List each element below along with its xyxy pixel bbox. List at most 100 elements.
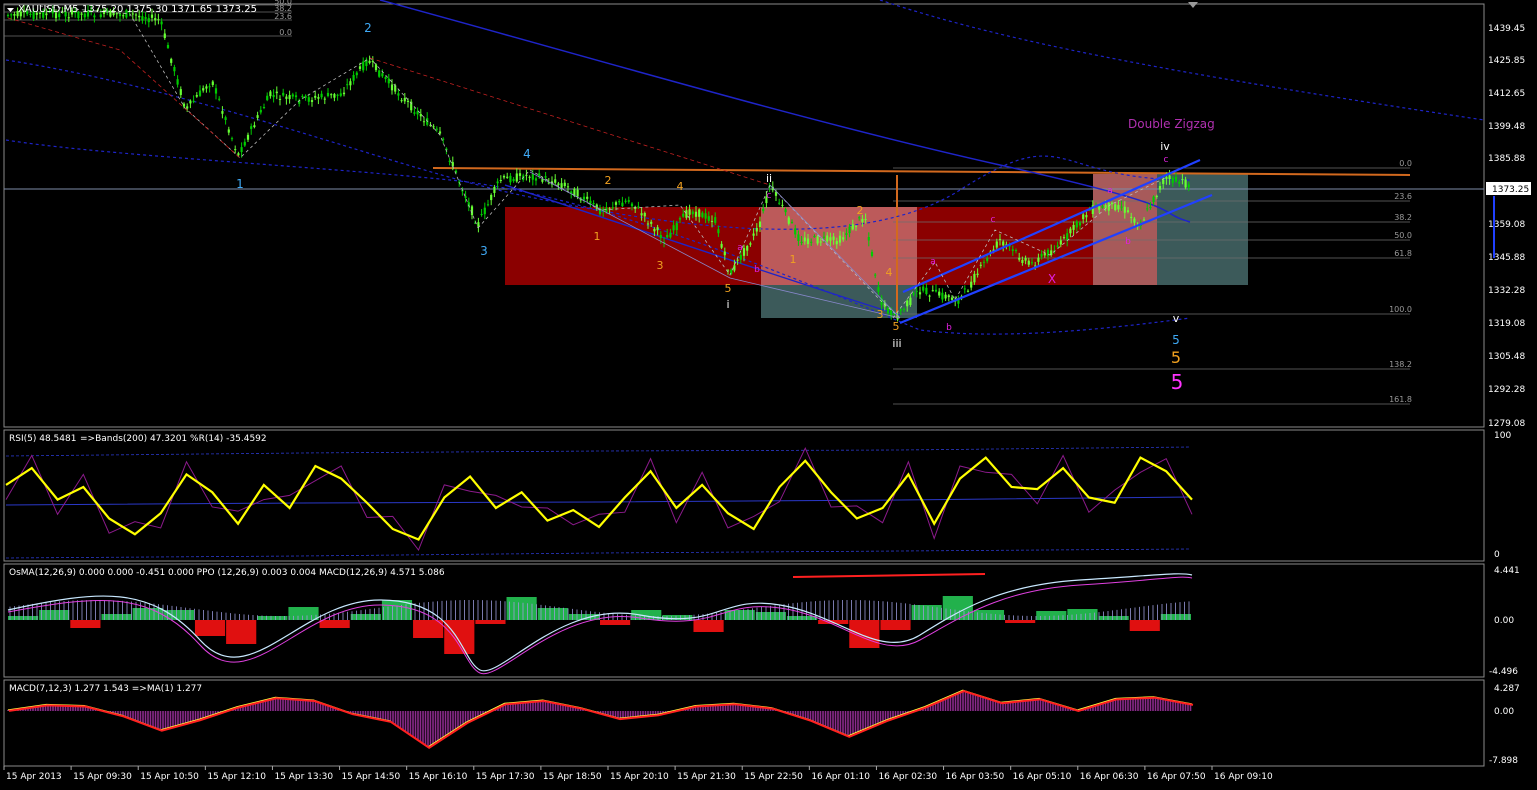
time-tick: 16 Apr 09:10 bbox=[1214, 772, 1273, 782]
time-tick: 15 Apr 20:10 bbox=[610, 772, 669, 782]
rsi-panel[interactable] bbox=[5, 446, 1193, 559]
macd-tick: -7.898 bbox=[1489, 756, 1518, 766]
osma-bar bbox=[1160, 614, 1191, 620]
candle-body bbox=[682, 213, 685, 217]
rsi-band-lower bbox=[5, 548, 1191, 559]
candle-body bbox=[998, 239, 1002, 241]
candle-body bbox=[963, 288, 966, 290]
candle-body bbox=[250, 126, 253, 129]
candle-body bbox=[979, 264, 982, 266]
price-tick: 1412.65 bbox=[1488, 89, 1525, 99]
axes: 1439.451425.851412.651399.481385.881359.… bbox=[3, 2, 1531, 782]
osma-bar bbox=[226, 620, 257, 644]
fib-levels: 0.023.638.250.061.8100.0138.2161.850.038… bbox=[4, 0, 1484, 405]
candle-body bbox=[659, 235, 662, 239]
candle-body bbox=[947, 295, 950, 298]
candle-body bbox=[1123, 206, 1126, 213]
candle-body bbox=[480, 214, 483, 216]
candle-body bbox=[1158, 186, 1162, 190]
candle-body bbox=[838, 235, 842, 243]
candle-body bbox=[790, 221, 794, 223]
teal-zone-box-2 bbox=[1157, 174, 1248, 285]
rsi-band-upper bbox=[5, 446, 1191, 457]
osma-bar bbox=[319, 620, 350, 628]
candle-body bbox=[637, 206, 640, 208]
candle-body bbox=[173, 67, 176, 72]
rsi-title: RSI(5) 48.5481 bbox=[9, 434, 76, 444]
candle-body bbox=[278, 98, 282, 100]
macd-tick: 4.287 bbox=[1494, 684, 1520, 694]
rsi-tick: 0 bbox=[1494, 550, 1500, 560]
time-tick: 16 Apr 07:50 bbox=[1147, 772, 1206, 782]
candle-body bbox=[288, 95, 291, 100]
candle-body bbox=[346, 84, 349, 86]
resistance-line bbox=[432, 167, 1411, 176]
candle-body bbox=[211, 81, 214, 86]
candle-body bbox=[371, 60, 374, 62]
osma-bar bbox=[39, 610, 70, 620]
candle-body bbox=[970, 281, 973, 288]
candle-body bbox=[435, 128, 438, 130]
fib-label: 50.0 bbox=[1394, 231, 1412, 240]
candle-body bbox=[333, 94, 336, 98]
candle-body bbox=[742, 248, 746, 256]
candle-body bbox=[778, 202, 781, 204]
candle-body bbox=[1021, 259, 1024, 263]
candle-body bbox=[1027, 260, 1030, 265]
candle-body bbox=[166, 44, 170, 48]
wave-label-orange: 5 bbox=[725, 282, 732, 295]
candle-body bbox=[515, 173, 518, 182]
candle-body bbox=[1184, 179, 1187, 188]
candle-body bbox=[784, 209, 787, 213]
candle-body bbox=[506, 176, 509, 178]
rsi-tick: 100 bbox=[1494, 431, 1511, 441]
wave-label-roman: iv bbox=[1160, 140, 1170, 153]
candle-body bbox=[202, 88, 205, 91]
osma-bar bbox=[70, 620, 101, 628]
candle-body bbox=[230, 138, 234, 140]
time-tick: 15 Apr 2013 bbox=[6, 772, 62, 782]
main-price-panel[interactable]: 0.023.638.250.061.8100.0138.2161.850.038… bbox=[4, 0, 1485, 405]
candle-body bbox=[922, 286, 925, 291]
wave-label-roman: i bbox=[726, 298, 729, 311]
osma-tick: -4.496 bbox=[1489, 667, 1518, 677]
candle-body bbox=[320, 93, 323, 98]
candle-body bbox=[349, 81, 352, 86]
candle-body bbox=[10, 14, 13, 16]
candle-body bbox=[339, 93, 342, 96]
candle-body bbox=[358, 66, 362, 69]
time-tick: 16 Apr 01:10 bbox=[811, 772, 870, 782]
time-tick: 15 Apr 21:30 bbox=[677, 772, 736, 782]
macd-panel[interactable] bbox=[7, 689, 1194, 749]
wave-label-orange: 5 bbox=[1171, 348, 1181, 367]
candle-body bbox=[362, 61, 365, 71]
candle-body bbox=[419, 113, 422, 117]
rsi-extra: =>Bands(200) 47.3201 %R(14) -35.4592 bbox=[80, 434, 267, 444]
candle-body bbox=[1072, 224, 1075, 230]
wave-label-orange: 1 bbox=[594, 230, 601, 243]
candle-body bbox=[1082, 214, 1085, 220]
candle-body bbox=[390, 84, 394, 91]
candle-body bbox=[170, 58, 173, 63]
candle-body bbox=[1062, 237, 1066, 239]
osma-panel[interactable] bbox=[7, 573, 1193, 675]
candle-body bbox=[586, 196, 589, 199]
wave-label-magenta: a bbox=[1107, 186, 1113, 196]
candle-body bbox=[717, 229, 720, 234]
candle-body bbox=[995, 241, 998, 248]
candle-body bbox=[512, 179, 515, 182]
candle-body bbox=[653, 228, 656, 232]
candle-body bbox=[182, 103, 186, 107]
fib-label: 0.0 bbox=[1399, 159, 1412, 168]
wave-label-orange: 3 bbox=[877, 308, 884, 321]
candle-body bbox=[240, 147, 243, 153]
wave-label-roman: iii bbox=[892, 337, 901, 350]
price-tick: 1292.28 bbox=[1488, 385, 1525, 395]
candle-body bbox=[854, 226, 858, 228]
candle-body bbox=[1178, 181, 1181, 184]
candle-body bbox=[496, 181, 499, 184]
wave-label-magenta: b bbox=[1125, 237, 1131, 247]
osma-tick: 4.441 bbox=[1494, 566, 1520, 576]
candle-body bbox=[1162, 179, 1165, 184]
wave-label-cyan: 1 bbox=[236, 177, 244, 191]
